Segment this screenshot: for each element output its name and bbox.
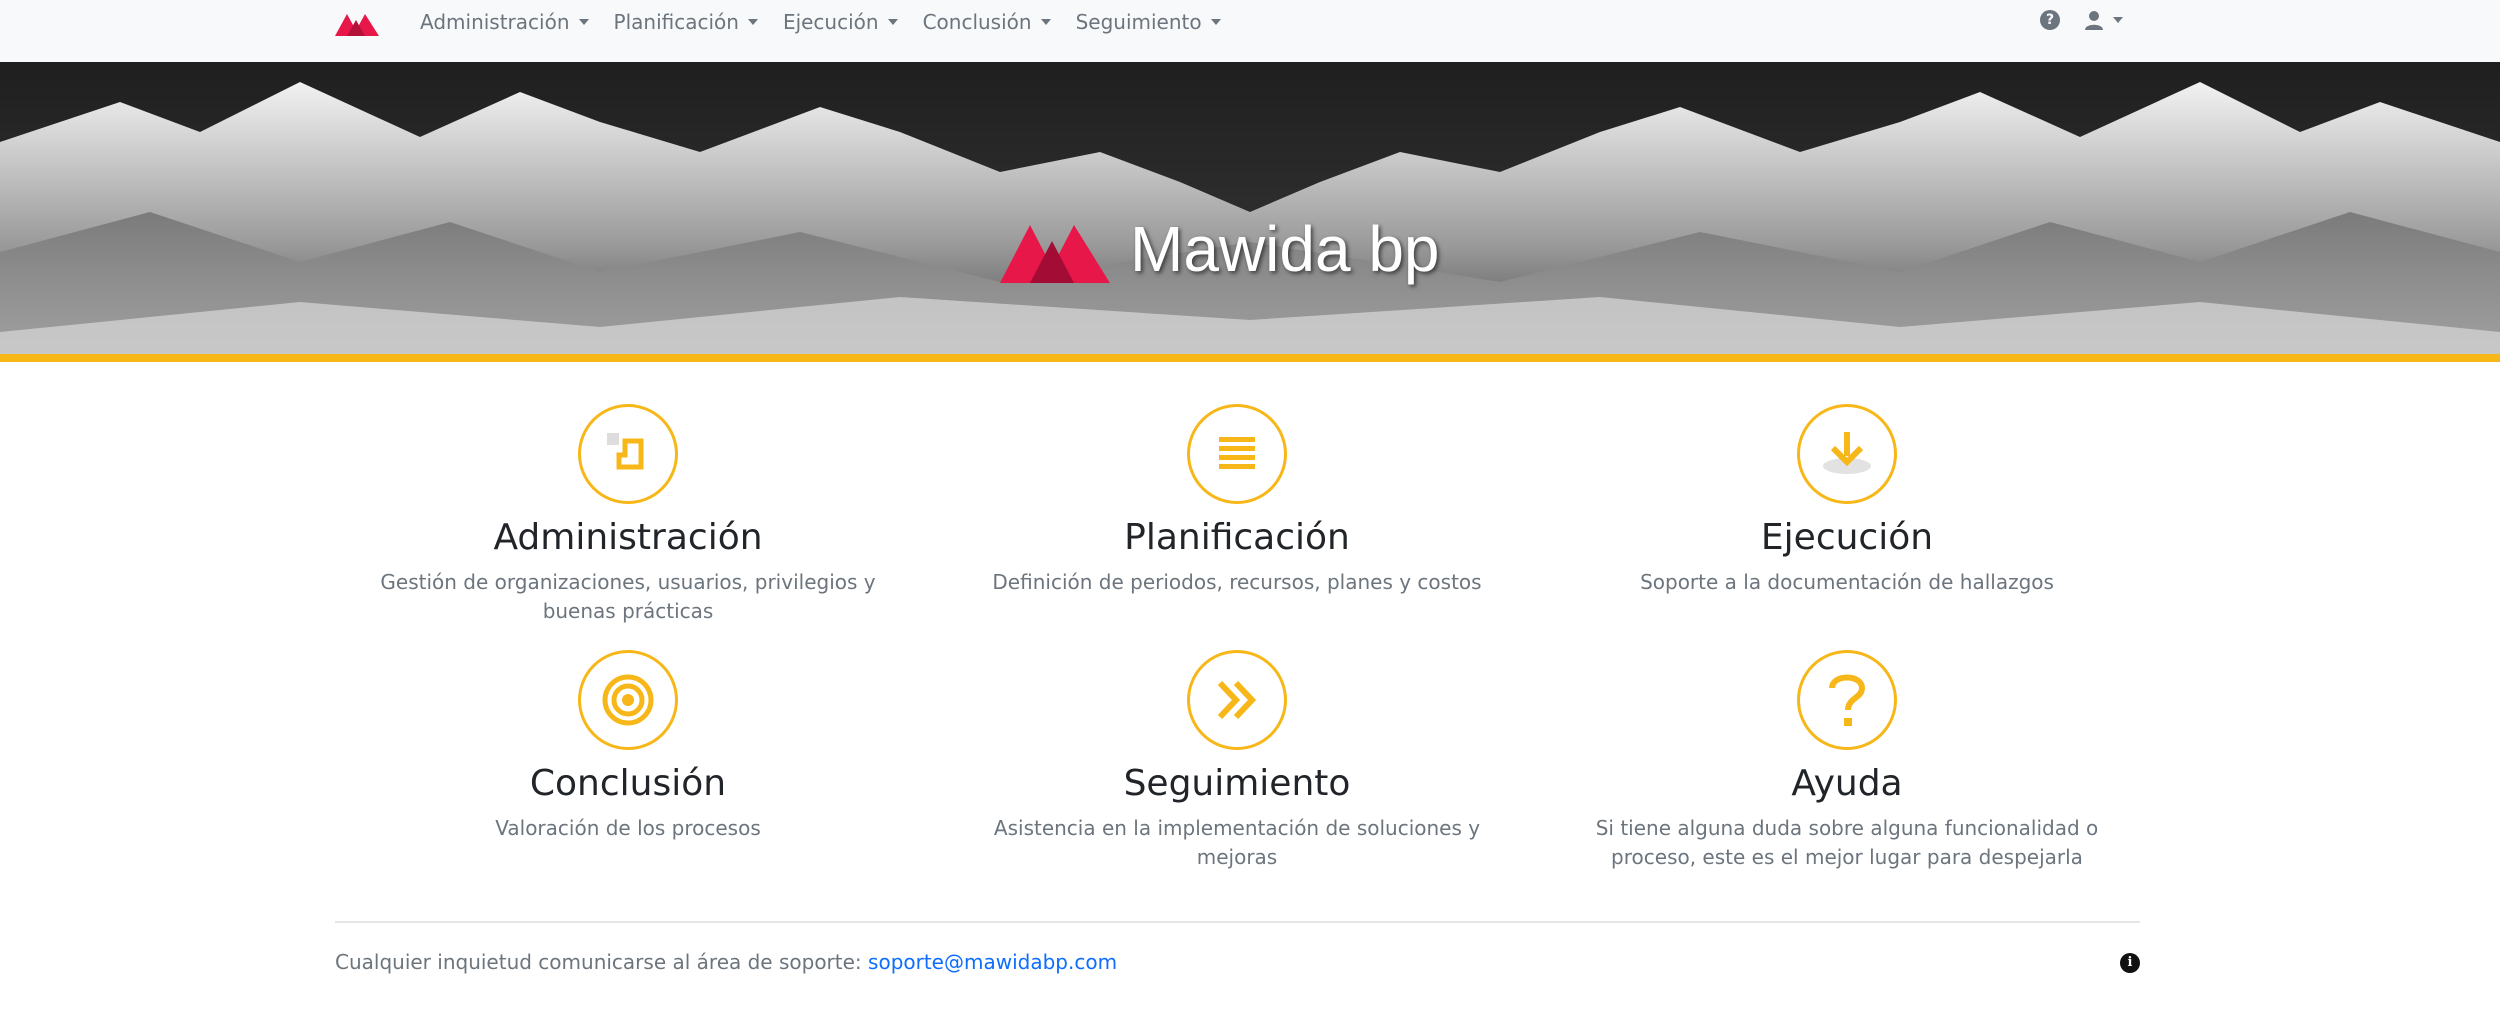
main-nav: Administración Planificación Ejecución C… <box>420 0 1246 44</box>
info-icon[interactable]: i <box>2120 953 2140 973</box>
caret-down-icon <box>2113 17 2123 23</box>
card-planificacion[interactable]: Planificación Definición de periodos, re… <box>957 404 1517 597</box>
list-icon <box>1187 404 1287 504</box>
target-icon <box>578 650 678 750</box>
nav-item-label: Administración <box>420 10 570 34</box>
caret-down-icon <box>747 19 758 25</box>
card-seguimiento[interactable]: Seguimiento Asistencia en la implementac… <box>957 650 1517 872</box>
nav-item-conclusion[interactable]: Conclusión <box>923 10 1051 34</box>
nav-item-seguimiento[interactable]: Seguimiento <box>1076 10 1221 34</box>
user-icon <box>2085 11 2103 30</box>
footer-divider <box>335 921 2140 923</box>
card-ayuda[interactable]: Ayuda Si tiene alguna duda sobre alguna … <box>1557 650 2137 872</box>
user-menu-button[interactable] <box>2084 10 2123 30</box>
nav-item-label: Planificación <box>613 10 739 34</box>
nav-item-label: Ejecución <box>782 10 879 34</box>
mawida-logo-icon <box>1000 225 1110 283</box>
nav-item-label: Conclusión <box>922 10 1032 34</box>
card-description: Gestión de organizaciones, usuarios, pri… <box>380 570 876 623</box>
question-icon <box>1797 650 1897 750</box>
brand-logo-icon[interactable] <box>335 8 383 40</box>
caret-down-icon <box>1040 19 1051 25</box>
card-description: Valoración de los procesos <box>495 816 761 840</box>
help-question-icon[interactable]: ? <box>2040 10 2060 30</box>
double-chevron-right-icon <box>1187 650 1287 750</box>
support-email-link[interactable]: soporte@mawidabp.com <box>868 950 1117 974</box>
mountain-background <box>0 62 2500 354</box>
footer-text: Cualquier inquietud comunicarse al área … <box>335 950 869 974</box>
caret-down-icon <box>887 19 898 25</box>
card-conclusion[interactable]: Conclusión Valoración de los procesos <box>348 650 908 843</box>
nav-item-administracion[interactable]: Administración <box>420 10 589 34</box>
nav-item-ejecucion[interactable]: Ejecución <box>783 10 898 34</box>
card-title: Seguimiento <box>1123 763 1351 804</box>
card-title: Planificación <box>1124 517 1350 558</box>
hero-banner: Mawida bp <box>0 62 2500 354</box>
card-title: Administración <box>493 517 763 558</box>
card-administracion[interactable]: Administración Gestión de organizaciones… <box>348 404 908 626</box>
card-ejecucion[interactable]: Ejecución Soporte a la documentación de … <box>1567 404 2127 597</box>
top-navbar: Administración Planificación Ejecución C… <box>0 0 2500 62</box>
caret-down-icon <box>578 19 589 25</box>
nav-right: ? <box>2040 10 2123 30</box>
card-description: Si tiene alguna duda sobre alguna funcio… <box>1595 816 2099 869</box>
caret-down-icon <box>1210 19 1221 25</box>
nav-item-label: Seguimiento <box>1075 10 1202 34</box>
hero-accent-stripe <box>0 354 2500 362</box>
card-title: Conclusión <box>529 763 727 804</box>
card-description: Soporte a la documentación de hallazgos <box>1640 570 2054 594</box>
hero-title-text: Mawida bp <box>1130 213 1440 285</box>
card-title: Ejecución <box>1760 517 1934 558</box>
card-title: Ayuda <box>1791 763 1903 804</box>
download-icon <box>1797 404 1897 504</box>
hero-title: Mawida bp <box>1000 212 1440 286</box>
card-description: Definición de periodos, recursos, planes… <box>992 570 1482 594</box>
card-description: Asistencia en la implementación de soluc… <box>993 816 1481 869</box>
footer-support-text: Cualquier inquietud comunicarse al área … <box>335 950 1117 974</box>
nav-item-planificacion[interactable]: Planificación <box>614 10 758 34</box>
admin-icon <box>578 404 678 504</box>
